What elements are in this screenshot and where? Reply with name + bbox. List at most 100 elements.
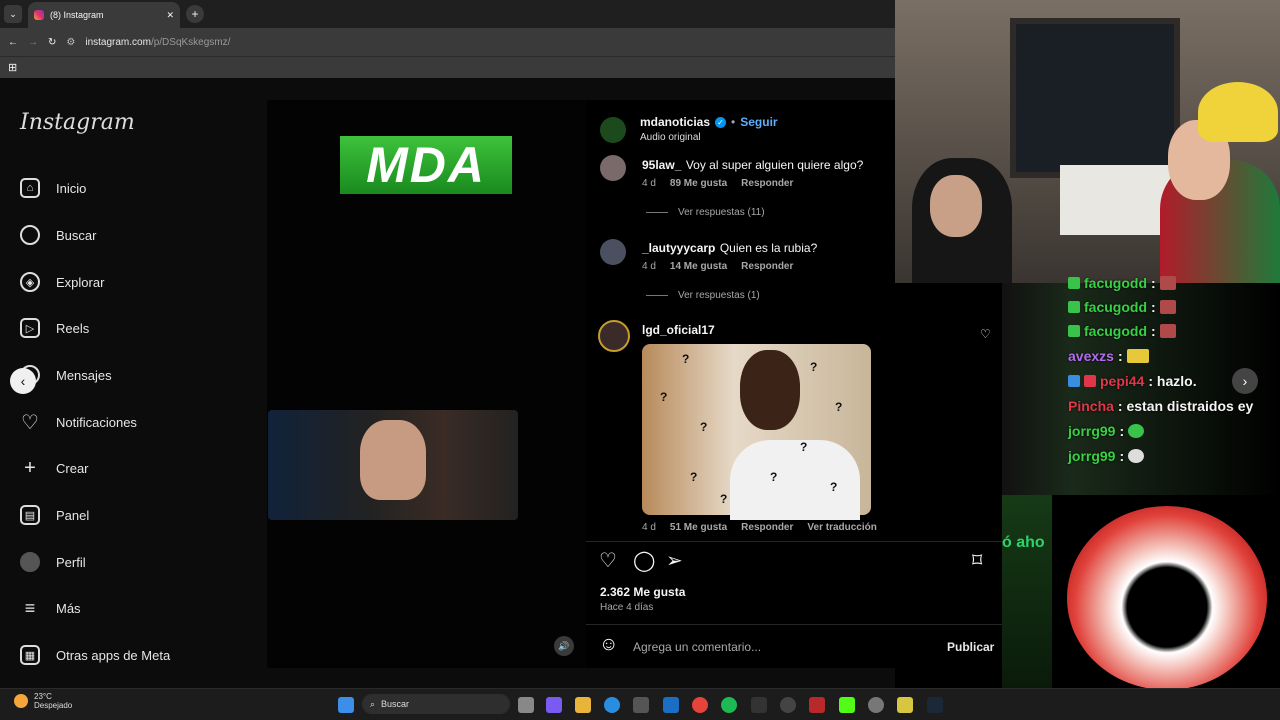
tab-title: (8) Instagram bbox=[50, 10, 104, 20]
nav-notifications[interactable]: ♡ Notificaciones bbox=[20, 412, 137, 434]
reply-button[interactable]: Responder bbox=[741, 261, 793, 272]
verified-badge-icon: ✓ bbox=[715, 116, 727, 128]
bookmark-icon[interactable]: ⌑ bbox=[972, 548, 982, 573]
copilot-icon[interactable] bbox=[546, 697, 562, 713]
back-icon[interactable]: ← bbox=[8, 37, 18, 48]
comment-likes[interactable]: 51 Me gusta bbox=[670, 522, 727, 533]
nav-reels[interactable]: ▷ Reels bbox=[20, 318, 89, 338]
divider bbox=[586, 541, 1002, 542]
nav-label: Otras apps de Meta bbox=[56, 647, 171, 663]
comment-username[interactable]: 95law_ bbox=[642, 158, 681, 172]
kick-icon[interactable] bbox=[839, 697, 855, 713]
nav-explore[interactable]: ◈ Explorar bbox=[20, 272, 104, 292]
nav-meta-apps[interactable]: ▦ Otras apps de Meta bbox=[20, 645, 170, 665]
post-author[interactable]: mdanoticias bbox=[640, 115, 710, 129]
dashboard-icon: ▤ bbox=[20, 505, 40, 525]
chat-line: facugodd: bbox=[1068, 323, 1176, 339]
comment-age: 4 d bbox=[642, 261, 656, 272]
question-mark-glyph: ? bbox=[690, 470, 698, 484]
chat-text: : bbox=[1151, 275, 1156, 291]
comment-username[interactable]: lgd_oficial17 bbox=[642, 323, 715, 337]
url-path: /p/DSqKskegsmz/ bbox=[150, 36, 231, 48]
comment-likes[interactable]: 14 Me gusta bbox=[670, 261, 727, 272]
app-icon[interactable] bbox=[809, 697, 825, 713]
avatar[interactable] bbox=[600, 239, 626, 265]
address-bar[interactable]: instagram.com/p/DSqKskegsmz/ bbox=[85, 37, 230, 48]
comment-likes[interactable]: 89 Me gusta bbox=[670, 178, 727, 189]
emote-icon bbox=[1128, 449, 1145, 463]
nav-label: Inicio bbox=[56, 180, 87, 196]
question-mark-glyph: ? bbox=[700, 420, 708, 434]
close-icon[interactable]: ✕ bbox=[166, 10, 174, 21]
like-heart-icon[interactable]: ♡ bbox=[599, 548, 617, 573]
chevron-right-icon[interactable]: › bbox=[1232, 368, 1258, 394]
forward-icon[interactable]: → bbox=[28, 37, 38, 48]
tab-menu-button[interactable]: ⌄ bbox=[4, 5, 22, 23]
likes-count[interactable]: 2.362 Me gusta bbox=[600, 585, 685, 599]
chat-text: : bbox=[1151, 323, 1156, 339]
chat-user: avexzs bbox=[1068, 348, 1114, 364]
folder-icon[interactable] bbox=[575, 697, 591, 713]
chrome-icon[interactable] bbox=[692, 697, 708, 713]
translate-button[interactable]: Ver traducción bbox=[807, 522, 876, 533]
store-icon[interactable] bbox=[633, 697, 649, 713]
windows-start-icon[interactable] bbox=[338, 697, 354, 713]
app-icon[interactable] bbox=[780, 697, 796, 713]
avatar[interactable] bbox=[598, 320, 630, 352]
avatar[interactable] bbox=[600, 155, 626, 181]
nav-search[interactable]: Buscar bbox=[20, 225, 96, 245]
weather-widget[interactable]: 23°C Despejado bbox=[14, 692, 72, 710]
settings-icon[interactable] bbox=[868, 697, 884, 713]
share-icon[interactable]: ➢ bbox=[666, 548, 683, 573]
avatar[interactable] bbox=[600, 117, 626, 143]
instagram-favicon-icon bbox=[34, 10, 44, 20]
site-info-icon[interactable]: ⚙ bbox=[66, 37, 75, 48]
chat-text: : bbox=[1117, 348, 1123, 364]
nav-create[interactable]: + Crear bbox=[20, 457, 88, 479]
nav-dashboard[interactable]: ▤ Panel bbox=[20, 505, 89, 525]
comment-meta: 4 d 14 Me gusta Responder bbox=[642, 261, 793, 272]
outlook-icon[interactable] bbox=[663, 697, 679, 713]
reply-button[interactable]: Responder bbox=[741, 522, 793, 533]
browser-tab[interactable]: (8) Instagram ✕ bbox=[28, 2, 180, 28]
comment-username[interactable]: _lautyyycarp bbox=[642, 241, 715, 255]
reload-icon[interactable]: ↻ bbox=[48, 37, 56, 48]
volume-icon[interactable]: 🔊 bbox=[554, 636, 574, 656]
comment-input[interactable]: Agrega un comentario... bbox=[633, 640, 761, 654]
emoji-icon[interactable]: ☺ bbox=[599, 634, 618, 656]
file-explorer-icon[interactable] bbox=[518, 697, 534, 713]
apps-grid-icon[interactable]: ⊞ bbox=[8, 62, 17, 74]
app-icon[interactable] bbox=[897, 697, 913, 713]
view-replies-button[interactable]: Ver respuestas (1) bbox=[646, 290, 760, 301]
hypno-spiral bbox=[1067, 506, 1267, 690]
app-icon[interactable] bbox=[751, 697, 767, 713]
heart-icon[interactable]: ♡ bbox=[980, 327, 991, 341]
nav-home[interactable]: ⌂ Inicio bbox=[20, 178, 86, 198]
weather-temp: 23°C bbox=[34, 692, 52, 701]
chat-text: : estan distraidos ey bbox=[1117, 398, 1254, 414]
publish-button[interactable]: Publicar bbox=[947, 640, 994, 654]
comment-age: 4 d bbox=[642, 522, 656, 533]
new-tab-button[interactable]: + bbox=[186, 5, 204, 23]
divider bbox=[586, 624, 1002, 625]
url-domain: instagram.com bbox=[85, 36, 151, 48]
spotify-icon[interactable] bbox=[721, 697, 737, 713]
taskbar-search[interactable]: ⌕ Buscar bbox=[362, 694, 510, 714]
question-mark-glyph: ? bbox=[720, 492, 728, 506]
nav-label: Buscar bbox=[56, 227, 97, 243]
chat-line: jorrg99: bbox=[1068, 448, 1145, 464]
comment-icon[interactable]: ◯ bbox=[633, 548, 655, 573]
question-mark-glyph: ? bbox=[682, 352, 690, 366]
chevron-left-icon[interactable]: ‹ bbox=[10, 368, 36, 394]
nav-more[interactable]: ≡ Más bbox=[20, 598, 81, 618]
view-replies-button[interactable]: Ver respuestas (11) bbox=[646, 207, 765, 218]
audio-label[interactable]: Audio original bbox=[640, 132, 701, 143]
instagram-logo[interactable]: Instagram bbox=[20, 110, 135, 135]
comment-age: 4 d bbox=[642, 178, 656, 189]
steam-icon[interactable] bbox=[927, 697, 943, 713]
follow-button[interactable]: Seguir bbox=[740, 115, 777, 129]
edge-icon[interactable] bbox=[604, 697, 620, 713]
reply-button[interactable]: Responder bbox=[741, 178, 793, 189]
nav-label: Reels bbox=[56, 320, 90, 336]
nav-profile[interactable]: Perfil bbox=[20, 552, 86, 572]
